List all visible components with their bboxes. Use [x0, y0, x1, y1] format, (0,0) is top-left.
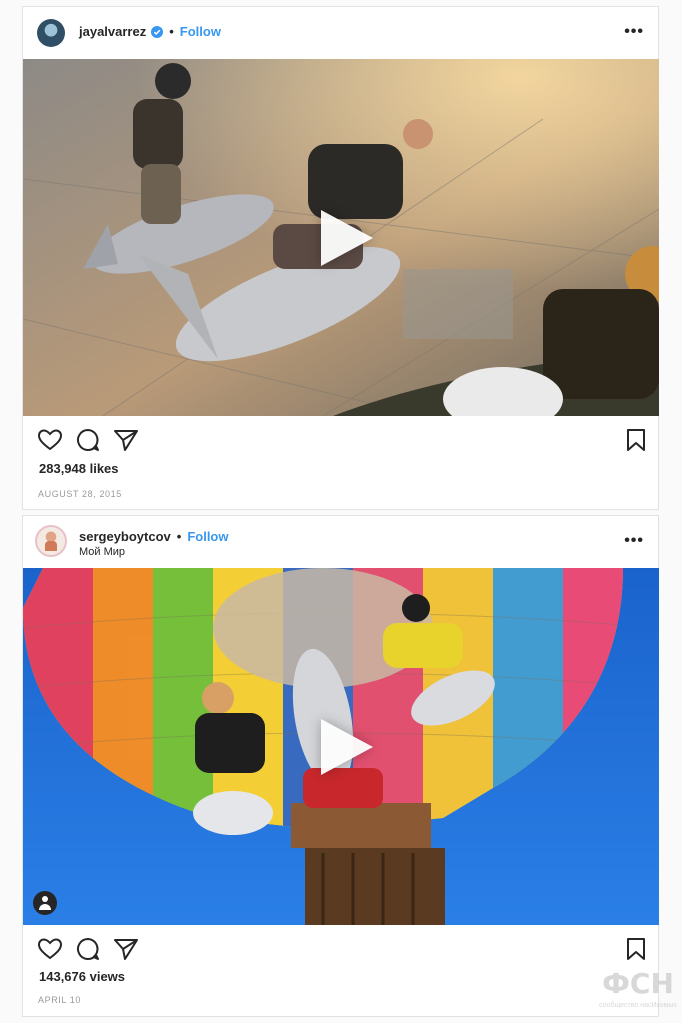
follow-button[interactable]: Follow — [180, 24, 221, 39]
post-video[interactable] — [23, 59, 659, 416]
comment-icon[interactable] — [75, 427, 101, 453]
follow-button[interactable]: Follow — [187, 529, 228, 544]
more-options-icon[interactable]: ••• — [624, 532, 644, 550]
post-card: sergeyboytcov • Follow Мой Мир ••• 143,6… — [22, 515, 659, 1017]
location-link[interactable]: Мой Мир — [79, 546, 125, 558]
heart-icon[interactable] — [37, 427, 63, 453]
verified-badge-icon — [151, 25, 164, 38]
username-link[interactable]: sergeyboytcov — [79, 529, 171, 544]
separator-dot: • — [169, 24, 174, 39]
watermark-caption: сообщество насИкомых — [599, 1002, 677, 1009]
post-header: sergeyboytcov • Follow Мой Мир ••• — [23, 516, 658, 568]
separator-dot: • — [176, 529, 182, 544]
watermark-logo: ФСН сообщество насИкомых — [598, 967, 678, 1021]
likes-count[interactable]: 283,948 likes — [39, 461, 119, 476]
bookmark-icon[interactable] — [623, 427, 649, 453]
share-icon[interactable] — [113, 936, 139, 962]
views-count[interactable]: 143,676 views — [39, 969, 125, 984]
avatar[interactable] — [35, 525, 67, 557]
username-line: jayalvarrez • Follow — [79, 24, 221, 39]
post-video[interactable] — [23, 568, 659, 925]
comment-icon[interactable] — [75, 936, 101, 962]
post-header: jayalvarrez • Follow ••• — [23, 7, 658, 59]
avatar[interactable] — [37, 19, 65, 47]
post-date[interactable]: AUGUST 28, 2015 — [38, 489, 122, 499]
bookmark-icon[interactable] — [623, 936, 649, 962]
post-date[interactable]: APRIL 10 — [38, 995, 81, 1005]
action-bar — [23, 931, 659, 971]
more-options-icon[interactable]: ••• — [624, 23, 644, 41]
username-line: sergeyboytcov • Follow — [79, 529, 229, 544]
post-card: jayalvarrez • Follow ••• 283,948 likes A… — [22, 6, 659, 510]
play-icon[interactable] — [321, 209, 373, 266]
watermark-text: ФСН — [602, 967, 674, 1000]
username-link[interactable]: jayalvarrez — [79, 24, 146, 39]
action-bar — [23, 422, 659, 462]
play-icon[interactable] — [321, 718, 373, 775]
user-tag-icon[interactable] — [33, 891, 57, 915]
share-icon[interactable] — [113, 427, 139, 453]
heart-icon[interactable] — [37, 936, 63, 962]
